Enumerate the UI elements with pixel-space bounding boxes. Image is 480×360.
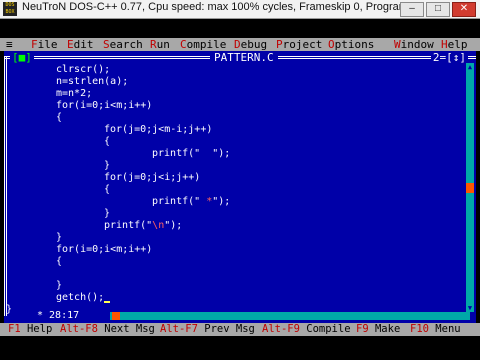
code-line[interactable]: {	[104, 184, 110, 196]
code-text: }	[6, 304, 13, 315]
scroll-up-arrow-icon[interactable]: ▲	[466, 63, 474, 71]
function-key-bar: F1 Help Alt-F8 Next Msg Alt-F7 Prev Msg …	[0, 323, 480, 336]
code-line[interactable]: clrscr();	[56, 64, 110, 76]
horizontal-scrollbar[interactable]	[110, 312, 470, 320]
code-text: }	[56, 232, 63, 243]
scroll-down-arrow-icon[interactable]: ▼	[466, 304, 474, 312]
vertical-scroll-thumb[interactable]	[466, 183, 474, 193]
fkey-prev-msg[interactable]: Alt-F7 Prev Msg	[160, 323, 255, 336]
maximize-button[interactable]: □	[426, 2, 450, 17]
minimize-button[interactable]: –	[400, 2, 424, 17]
system-menu-icon[interactable]: ≡	[6, 38, 13, 51]
dosbox-window: DOS BOX NeuTroN DOS-C++ 0.77, Cpu speed:…	[0, 0, 480, 360]
code-line[interactable]: {	[104, 136, 110, 148]
code-line[interactable]: }	[6, 304, 12, 316]
menu-file[interactable]: File	[31, 38, 58, 51]
code-line[interactable]: }	[56, 280, 62, 292]
menu-project[interactable]: Project	[276, 38, 322, 51]
close-button[interactable]: ✕	[452, 2, 476, 17]
code-text: ");	[212, 196, 231, 207]
code-text: {	[104, 136, 111, 147]
fkey-make[interactable]: F9 Make	[356, 323, 400, 336]
string-literal: *	[200, 196, 213, 207]
code-line[interactable]: printf(" *");	[152, 196, 230, 208]
code-text: printf("	[152, 148, 201, 159]
code-line[interactable]: printf("\n");	[104, 220, 182, 232]
menu-options[interactable]: Options	[328, 38, 374, 51]
horizontal-scroll-thumb[interactable]	[112, 312, 120, 320]
code-text: }	[104, 208, 111, 219]
cursor-position: 28:17	[49, 310, 80, 321]
editor-close-box[interactable]: [■]	[10, 51, 34, 64]
code-line[interactable]: for(i=0;i<m;i++)	[56, 100, 152, 112]
window-title-text: NeuTroN DOS-C++ 0.77, Cpu speed: max 100…	[22, 1, 412, 13]
code-text: }	[104, 160, 111, 171]
code-text: clrscr();	[56, 64, 111, 75]
fkey-next-msg[interactable]: Alt-F8 Next Msg	[60, 323, 155, 336]
code-line[interactable]: for(j=0;j<i;j++)	[104, 172, 200, 184]
code-line[interactable]: }	[56, 232, 62, 244]
menu-search[interactable]: Search	[103, 38, 143, 51]
window-controls: – □ ✕	[400, 2, 476, 17]
code-line[interactable]: {	[56, 256, 62, 268]
string-literal	[200, 148, 212, 159]
code-text: for(j=0;j<i;j++)	[104, 172, 201, 183]
text-cursor	[104, 301, 111, 303]
fkey-compile[interactable]: Alt-F9 Compile	[262, 323, 351, 336]
modified-indicator: *	[37, 310, 44, 321]
fkey-help[interactable]: F1 Help	[8, 323, 52, 336]
editor-filename: PATTERN.C	[210, 51, 278, 64]
code-line[interactable]: {	[56, 112, 62, 124]
code-text: for(i=0;i<m;i++)	[56, 100, 153, 111]
cursor-position-status: * 28:17	[34, 310, 83, 322]
menu-compile[interactable]: Compile	[180, 38, 226, 51]
code-line[interactable]: getch();	[56, 292, 111, 304]
fkey-menu[interactable]: F10 Menu	[410, 323, 461, 336]
code-text: ");	[164, 220, 183, 231]
title-bar[interactable]: DOS BOX NeuTroN DOS-C++ 0.77, Cpu speed:…	[0, 0, 480, 19]
code-text: printf("	[152, 196, 201, 207]
code-text: for(i=0;i<m;i++)	[56, 244, 153, 255]
code-text: for(j=0;j<m-i;j++)	[104, 124, 213, 135]
code-text: }	[56, 280, 63, 291]
code-text: n=strlen(a);	[56, 76, 129, 87]
string-literal: \n	[152, 220, 165, 231]
dosbox-icon[interactable]: DOS BOX	[3, 2, 17, 16]
code-line[interactable]: }	[104, 160, 110, 172]
menu-window[interactable]: Window	[394, 38, 434, 51]
code-line[interactable]: m=n*2;	[56, 88, 92, 100]
menu-edit[interactable]: Edit	[67, 38, 94, 51]
code-line[interactable]: printf(" ");	[152, 148, 230, 160]
menu-debug[interactable]: Debug	[234, 38, 267, 51]
code-line[interactable]: n=strlen(a);	[56, 76, 128, 88]
code-text: {	[56, 112, 63, 123]
code-text: ");	[212, 148, 231, 159]
editor-window[interactable]: [■] PATTERN.C 2=[↕] clrscr(); n=strlen(a)…	[4, 51, 476, 323]
code-text: {	[56, 256, 63, 267]
menu-bar: ≡ File Edit Search Run Compile Debug Pro…	[0, 38, 480, 51]
code-line[interactable]: for(j=0;j<m-i;j++)	[104, 124, 212, 136]
code-text: getch();	[56, 292, 105, 303]
menu-run[interactable]: Run	[150, 38, 170, 51]
code-text: printf("	[104, 220, 153, 231]
editor-window-number[interactable]: 2=[↕]	[430, 51, 468, 64]
code-line[interactable]: for(i=0;i<m;i++)	[56, 244, 152, 256]
vertical-scrollbar[interactable]: ▲ ▼	[466, 63, 474, 312]
code-text: m=n*2;	[56, 88, 93, 99]
code-text: {	[104, 184, 111, 195]
code-line[interactable]: }	[104, 208, 110, 220]
menu-help[interactable]: Help	[441, 38, 468, 51]
editor-left-border	[4, 56, 7, 316]
window-title: NeuTroN DOS-C++ 0.77, Cpu speed: max 100…	[22, 1, 447, 13]
